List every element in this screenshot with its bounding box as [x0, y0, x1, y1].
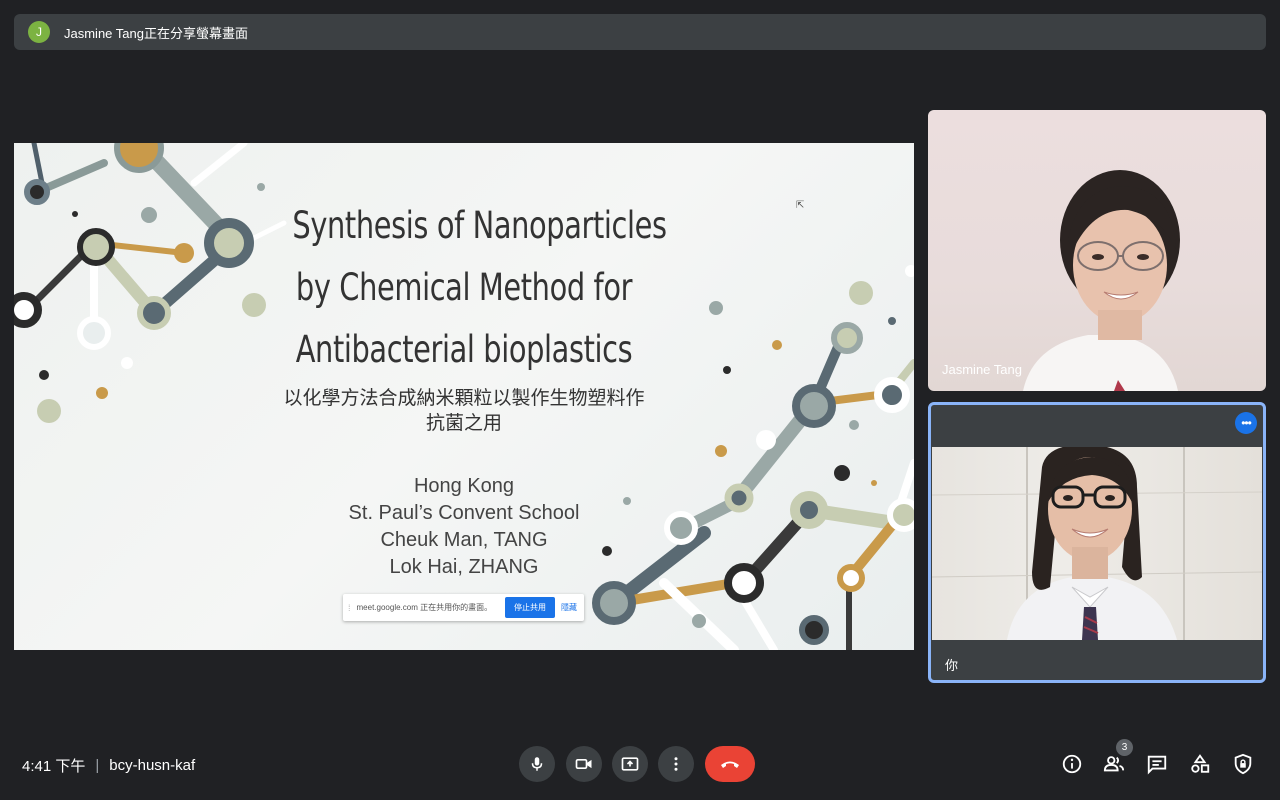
participant-name: Jasmine Tang: [942, 362, 1022, 377]
people-icon: [1103, 756, 1125, 772]
participant-name: 你: [945, 658, 959, 673]
hide-button[interactable]: 隱藏: [561, 602, 577, 613]
meeting-code: bcy-husn-kaf: [109, 757, 196, 774]
meeting-info-button[interactable]: [1058, 750, 1086, 778]
presenting-text: Jasmine Tang正在分享螢幕畫面: [64, 25, 248, 41]
activities-button[interactable]: [1186, 750, 1214, 778]
author-line: Hong Kong: [413, 475, 515, 497]
more-vert-icon: [674, 757, 678, 771]
info-icon: [1062, 754, 1082, 774]
separator: |: [95, 757, 100, 774]
participant-video-jasmine: [1023, 170, 1180, 391]
author-line: Cheuk Man, TANG: [380, 529, 548, 551]
chat-icon: [1147, 755, 1167, 775]
drag-handle-icon[interactable]: ⁞: [348, 603, 351, 613]
call-end-icon: [721, 761, 739, 768]
meeting-details[interactable]: 4:41 下午 | bcy-husn-kaf: [22, 755, 195, 776]
slide-title-line: Antibacterial bioplastics: [295, 328, 633, 371]
activities-icon: [1191, 754, 1210, 773]
microphone-button[interactable]: [519, 746, 555, 782]
slide-title-line: by Chemical Method for: [295, 266, 633, 309]
stop-sharing-button[interactable]: 停止共用: [505, 597, 555, 618]
participant-tile-jasmine[interactable]: Jasmine Tang: [928, 110, 1266, 391]
presenting-banner: J Jasmine Tang正在分享螢幕畫面: [14, 14, 1266, 50]
more-options-icon[interactable]: •••: [1235, 412, 1257, 434]
chat-button[interactable]: [1143, 750, 1171, 778]
slide-authors: Hong Kong St. Paul’s Convent School Cheu…: [264, 473, 664, 581]
slide-title: Synthesis of Nanoparticles by Chemical M…: [292, 195, 667, 381]
camera-button[interactable]: [566, 746, 602, 782]
avatar: J: [28, 21, 50, 43]
share-notice-text: meet.google.com 正在共用你的畫面。: [356, 603, 493, 612]
slide-title-line: Synthesis of Nanoparticles: [292, 204, 667, 247]
screen-share-notification: ⁞ meet.google.com 正在共用你的畫面。 停止共用 隱藏: [343, 594, 584, 621]
clock-time: 4:41 下午: [22, 758, 86, 775]
author-line: St. Paul’s Convent School: [348, 502, 580, 524]
more-options-button[interactable]: [658, 746, 694, 782]
host-controls-button[interactable]: [1229, 750, 1257, 778]
slide-subtitle-line: 抗菌之用: [425, 413, 502, 434]
slide-subtitle-line: 以化學方法合成納米顆粒以製作生物塑料作: [283, 388, 645, 409]
slide-subtitle: 以化學方法合成納米顆粒以製作生物塑料作 抗菌之用: [254, 386, 674, 436]
mouse-cursor-icon: ⇱: [796, 200, 805, 211]
people-count-badge: 3: [1116, 739, 1133, 756]
participant-video-self: [932, 447, 1262, 640]
leave-call-button[interactable]: [705, 746, 755, 782]
microphone-icon: [531, 757, 543, 771]
host-controls-icon: [1234, 753, 1252, 775]
shared-screen: Synthesis of Nanoparticles by Chemical M…: [14, 143, 914, 650]
participant-tile-self[interactable]: ••• 你: [928, 402, 1266, 683]
videocam-icon: [575, 759, 592, 769]
present-now-button[interactable]: [612, 746, 648, 782]
present-screen-icon: [621, 757, 639, 771]
author-line: Lok Hai, ZHANG: [389, 556, 539, 578]
